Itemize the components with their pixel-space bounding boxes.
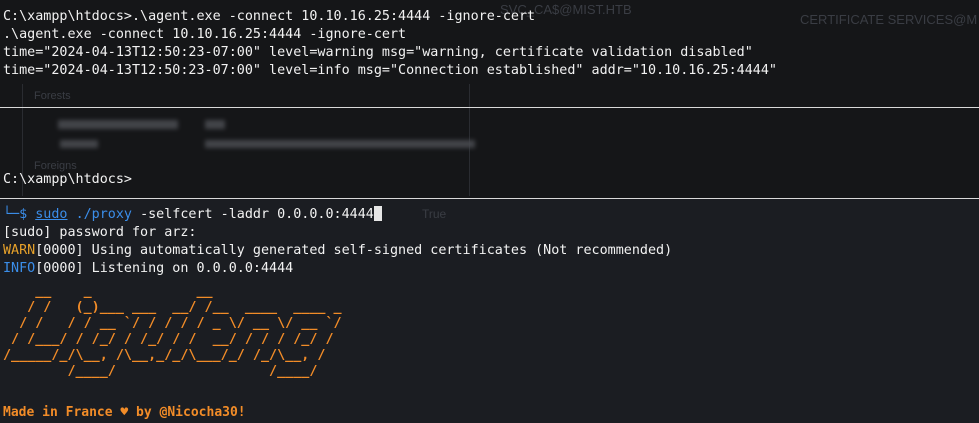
cmd-line-connected: time="2024-04-13T12:50:23-07:00" level=i…: [3, 63, 777, 78]
cmd-line-echo: .\agent.exe -connect 10.10.16.25:4444 -i…: [3, 27, 407, 42]
log-text-info: [0000] Listening on 0.0.0.0:4444: [35, 261, 294, 276]
prompt-corner: └─$: [3, 207, 28, 222]
log-level-info: INFO: [3, 261, 36, 276]
log-level-warn: WARN: [3, 243, 36, 258]
windows-terminal-pane[interactable]: SVC_CA$@MIST.HTB CERTIFICATE SERVICES@M …: [0, 0, 979, 198]
ligolo-ascii-banner: __ _ __ / / (_)___ ___ __/ /__ ____ ____…: [3, 284, 342, 379]
cmd-line-command: C:\xampp\htdocs>.\agent.exe -connect 10.…: [3, 9, 536, 24]
redacted-block: [205, 140, 475, 148]
output-separator: [0, 107, 979, 108]
log-text-warn: [0000] Using automatically generated sel…: [35, 243, 673, 258]
command-sudo: sudo: [35, 207, 68, 222]
command-program: ./proxy: [75, 207, 132, 222]
command-args: -selfcert -laddr 0.0.0.0:4444: [140, 207, 374, 222]
text-cursor: [373, 206, 382, 221]
background-hint-cert-services: CERTIFICATE SERVICES@M: [800, 12, 978, 27]
sudo-password-prompt: [sudo] password for arz:: [3, 225, 197, 240]
log-line-info: INFO[0000] Listening on 0.0.0.0:4444: [3, 260, 293, 278]
redacted-block: [205, 120, 225, 129]
redacted-block: [58, 120, 178, 129]
shell-command-line[interactable]: └─$ sudo ./proxy -selfcert -laddr 0.0.0.…: [3, 206, 382, 224]
made-in-france-footer: Made in France ♥ by @Nicocha30!: [3, 405, 246, 420]
linux-terminal-pane[interactable]: True └─$ sudo ./proxy -selfcert -laddr 0…: [0, 199, 979, 423]
log-line-warn: WARN[0000] Using automatically generated…: [3, 242, 672, 260]
redacted-block: [60, 140, 98, 148]
background-hint-true: True: [422, 207, 447, 221]
pane-divider[interactable]: [0, 198, 979, 199]
cmd-line-warning: time="2024-04-13T12:50:23-07:00" level=w…: [3, 45, 753, 60]
cmd-prompt: C:\xampp\htdocs>: [3, 172, 132, 187]
terminal-screen: SVC_CA$@MIST.HTB CERTIFICATE SERVICES@M …: [0, 0, 979, 423]
